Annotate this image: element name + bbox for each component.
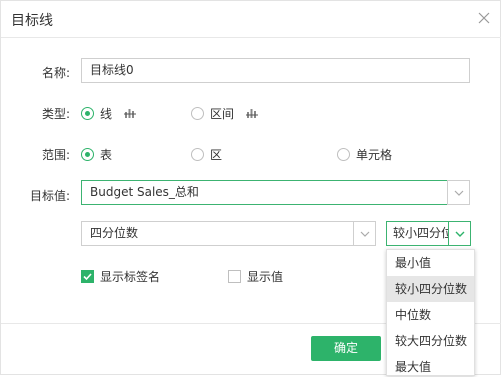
dialog-title: 目标线 (11, 13, 53, 29)
range-table-label: 表 (100, 147, 113, 162)
dropdown-option-min[interactable]: 最小值 (387, 250, 474, 276)
dropdown-option-max[interactable]: 最大值 (387, 354, 474, 375)
method-dropdown-button[interactable] (353, 221, 376, 246)
radio-unchecked-icon (191, 106, 204, 120)
quartile-dropdown-button[interactable] (448, 221, 471, 246)
quartile-dropdown-list: 最小值 较小四分位数 中位数 较大四分位数 最大值 (386, 249, 475, 376)
name-label: 名称: (41, 66, 70, 80)
chevron-down-icon (455, 231, 464, 237)
dropdown-option-median[interactable]: 中位数 (387, 302, 474, 328)
name-input[interactable]: 目标线0 (81, 58, 470, 83)
target-field-input[interactable]: Budget Sales_总和 (81, 180, 448, 205)
range-label: 范围: (41, 148, 70, 162)
dropdown-option-lower-quartile[interactable]: 较小四分位数 (387, 276, 474, 302)
chevron-down-icon (360, 231, 369, 237)
checkbox-unchecked-icon (228, 270, 241, 283)
method-select[interactable]: 四分位数 (81, 221, 354, 246)
quartile-select[interactable]: 较小四分位 (386, 221, 449, 246)
show-value-text: 显示值 (247, 270, 284, 284)
type-radio-line[interactable]: 线 (81, 105, 137, 121)
radio-unchecked-icon (191, 147, 204, 161)
dialog-header: 目标线 (1, 1, 501, 38)
target-field-dropdown-button[interactable] (447, 180, 470, 205)
type-label: 类型: (41, 107, 70, 121)
bar-chart-icon (124, 109, 137, 118)
close-icon[interactable] (475, 9, 493, 27)
chevron-down-icon (454, 190, 463, 196)
dropdown-option-upper-quartile[interactable]: 较大四分位数 (387, 328, 474, 354)
range-radio-region[interactable]: 区 (191, 146, 222, 162)
checkbox-checked-icon (81, 270, 94, 283)
bar-chart-icon (246, 109, 259, 118)
range-cell-label: 单元格 (356, 147, 393, 162)
radio-checked-icon (81, 147, 94, 161)
ok-button[interactable]: 确定 (311, 336, 381, 361)
type-radio-interval[interactable]: 区间 (191, 105, 259, 121)
type-interval-label: 区间 (210, 106, 235, 121)
show-value-checkbox[interactable]: 显示值 (228, 268, 283, 285)
radio-unchecked-icon (337, 147, 350, 161)
show-label-text: 显示标签名 (100, 270, 161, 284)
target-line-dialog: 目标线 名称: 目标线0 类型: 线 区间 范围: 表 区 单元格 目标值: B… (0, 0, 501, 376)
type-line-label: 线 (100, 106, 113, 121)
show-label-checkbox[interactable]: 显示标签名 (81, 268, 160, 285)
range-radio-table[interactable]: 表 (81, 146, 112, 162)
range-radio-cell[interactable]: 单元格 (337, 146, 392, 162)
radio-checked-icon (81, 106, 94, 120)
range-region-label: 区 (210, 147, 223, 162)
target-label: 目标值: (29, 189, 70, 203)
